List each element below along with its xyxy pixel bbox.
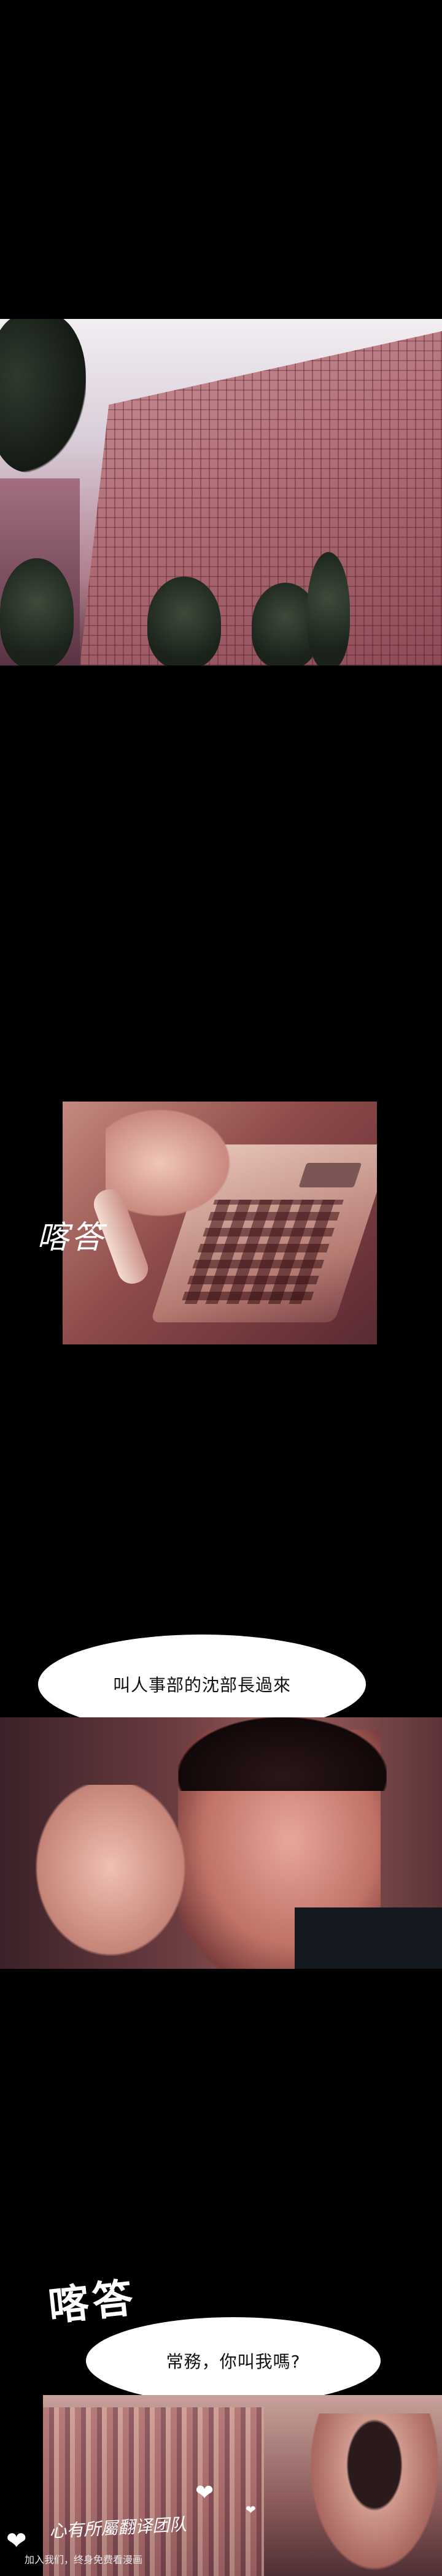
tree-left: [0, 558, 74, 665]
speech-bubble: 常務，你叫我嗎?: [86, 2317, 381, 2404]
office-panel: [43, 2395, 442, 2576]
sfx-click: 喀答: [45, 2274, 139, 2331]
heart-icon: ❤: [195, 2480, 214, 2505]
suit: [295, 1907, 442, 1969]
hand-with-receiver: [25, 1785, 196, 1969]
watermark-slogan: 加入我们，终身免费看漫画: [25, 2554, 143, 2566]
phone-display: [298, 1163, 362, 1187]
executive-phone-panel: [0, 1717, 442, 1969]
heart-icon: ❤: [246, 2502, 256, 2517]
telephone-panel: [63, 1102, 377, 1344]
tree-tall: [307, 552, 350, 665]
sfx-click: 喀答: [37, 1219, 106, 1256]
dialogue-text: 常務，你叫我嗎?: [166, 2352, 301, 2372]
heart-icon: ❤: [6, 2527, 27, 2555]
tree-foliage-left: [0, 319, 86, 472]
dialogue-text: 叫人事部的沈部長過來: [112, 1675, 291, 1695]
building-panel: [0, 319, 442, 665]
bookshelf: [43, 2407, 264, 2576]
tree-middle: [147, 577, 221, 665]
man-hair: [178, 1717, 387, 1791]
man-figure: [301, 2413, 442, 2576]
